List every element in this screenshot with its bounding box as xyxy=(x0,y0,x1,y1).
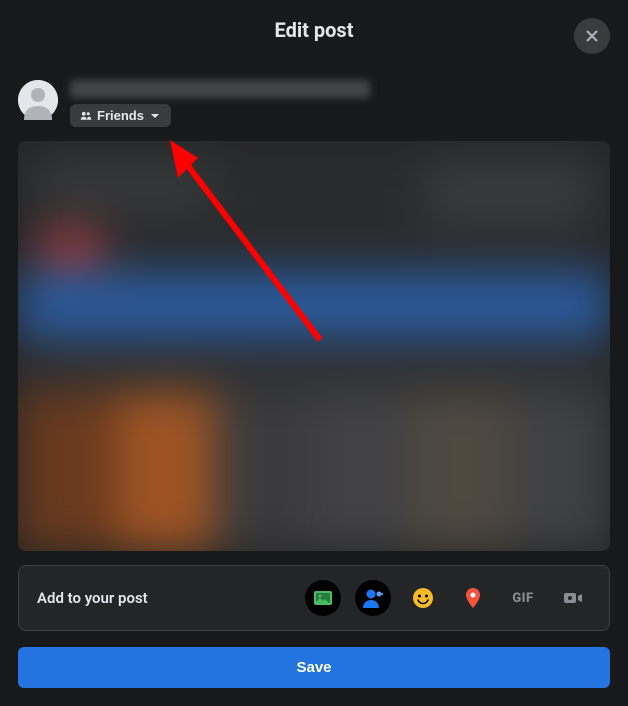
gif-button[interactable]: GIF xyxy=(505,580,541,616)
photo-video-button[interactable] xyxy=(305,580,341,616)
privacy-label: Friends xyxy=(97,108,144,123)
feeling-activity-button[interactable] xyxy=(405,580,441,616)
save-button[interactable]: Save xyxy=(18,647,610,688)
user-name-blurred xyxy=(70,80,370,98)
close-button[interactable] xyxy=(574,18,610,54)
live-video-button[interactable] xyxy=(555,580,591,616)
user-row: Friends xyxy=(18,80,610,127)
close-icon xyxy=(582,26,602,46)
tag-person-icon xyxy=(361,586,385,610)
photo-icon xyxy=(311,586,335,610)
modal-title: Edit post xyxy=(275,18,354,42)
post-content-area[interactable] xyxy=(18,141,610,551)
location-icon xyxy=(461,586,485,610)
tag-people-button[interactable] xyxy=(355,580,391,616)
friends-icon xyxy=(80,110,92,122)
add-to-post-icons: GIF xyxy=(305,580,591,616)
add-to-post-row: Add to your post xyxy=(18,565,610,631)
gif-icon: GIF xyxy=(512,591,533,606)
person-silhouette-icon xyxy=(18,80,58,120)
add-to-post-label: Add to your post xyxy=(37,589,148,607)
check-in-button[interactable] xyxy=(455,580,491,616)
edit-post-modal: Edit post F xyxy=(0,0,628,706)
blurred-content xyxy=(18,141,610,551)
modal-header: Edit post xyxy=(18,18,610,58)
video-icon xyxy=(561,586,585,610)
chevron-down-icon xyxy=(149,110,161,122)
privacy-selector[interactable]: Friends xyxy=(70,104,171,127)
user-meta: Friends xyxy=(70,80,370,127)
avatar[interactable] xyxy=(18,80,58,120)
emoji-icon xyxy=(411,586,435,610)
